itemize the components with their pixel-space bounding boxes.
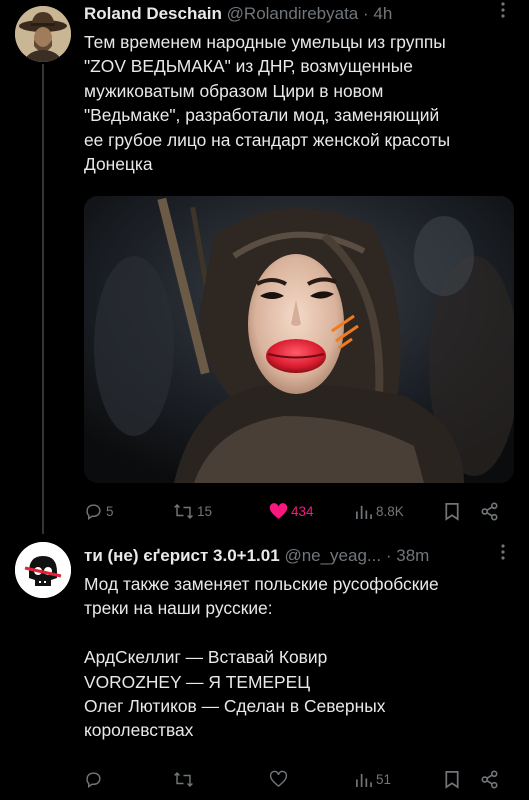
bookmark-button[interactable] — [444, 499, 460, 523]
tweet-text-line: Тем временем народные умельцы из группы — [84, 32, 446, 52]
heart-icon — [269, 770, 288, 788]
retweet-count: 15 — [197, 503, 213, 519]
separator-dot: · — [385, 546, 392, 565]
reply-button[interactable] — [84, 767, 103, 791]
tweet-text-line: мужиковатым образом Цири в новом — [84, 80, 384, 101]
reply-count: 5 — [106, 503, 114, 519]
tweet-text-line: Олег Лютиков — Сделан в Северных — [84, 696, 386, 717]
views-button[interactable]: 51 — [354, 767, 391, 791]
tweet-media-image[interactable] — [84, 196, 514, 483]
tweet-time[interactable]: 4h — [373, 4, 392, 23]
paragraph-break — [84, 621, 524, 645]
reply-button[interactable]: 5 — [84, 499, 114, 523]
tweet-2[interactable]: ти (не) єґерист 3.0+1.01 @ne_yeag... · 3… — [0, 532, 529, 800]
thread-connector-line — [42, 64, 44, 534]
tweet-action-bar: 51 — [84, 767, 514, 791]
views-count: 8.8K — [376, 503, 404, 519]
tweet-text-line: АрдСкеллиг — Вставай Ковир — [84, 647, 328, 668]
tweet-text-line: "ZOV ВЕДЬМАКА" из ДНР, возмущенные — [84, 56, 413, 77]
tweet-text-line: ее грубое лицо на стандарт женской красо… — [84, 129, 451, 150]
tweet-text-line: королевствах — [84, 720, 194, 741]
more-options-icon[interactable] — [501, 2, 505, 23]
reply-icon — [86, 503, 101, 520]
share-button[interactable] — [480, 767, 499, 791]
tweet-text-line: треки на наши русские: — [84, 598, 273, 619]
tweet-text-line: Мод также заменяет польские русофобские — [84, 574, 439, 594]
skull-avatar-icon — [15, 542, 71, 598]
bookmark-icon — [445, 502, 459, 521]
avatar[interactable] — [15, 542, 71, 598]
author-handle[interactable]: @ne_yeag... — [284, 546, 381, 565]
retweet-button[interactable]: 15 — [173, 499, 212, 523]
tweet-header: Roland Deschain @Rolandirebyata · 4h — [84, 4, 392, 24]
reply-icon — [86, 771, 101, 788]
views-bar-chart-icon — [356, 773, 372, 787]
cowboy-avatar-icon — [15, 6, 71, 62]
views-button[interactable]: 8.8K — [354, 499, 404, 523]
tweet-text-line: Донецка — [84, 154, 153, 175]
retweet-icon — [174, 503, 193, 519]
heart-icon — [269, 503, 288, 519]
separator-dot: · — [363, 4, 369, 23]
share-icon — [481, 770, 498, 788]
retweet-icon — [174, 771, 193, 787]
author-handle[interactable]: @Rolandirebyata — [227, 4, 359, 23]
bookmark-button[interactable] — [444, 767, 460, 791]
views-bar-chart-icon — [356, 505, 372, 519]
tweet-text: Мод также заменяет польские русофобские … — [84, 572, 524, 743]
author-name[interactable]: ти (не) єґерист 3.0+1.01 — [84, 546, 280, 565]
tweet-text: Тем временем народные умельцы из группы … — [84, 30, 524, 176]
like-button[interactable]: 434 — [269, 499, 314, 523]
tweet-header: ти (не) єґерист 3.0+1.01 @ne_yeag... · 3… — [84, 546, 429, 566]
tweet-time[interactable]: 38m — [396, 546, 429, 565]
edited-portrait-image — [84, 196, 514, 483]
share-icon — [481, 502, 498, 520]
views-count: 51 — [376, 771, 392, 787]
like-button[interactable] — [269, 767, 288, 791]
tweet-action-bar: 5 15 434 8.8K — [84, 499, 514, 523]
retweet-button[interactable] — [173, 767, 194, 791]
like-count: 434 — [291, 503, 314, 519]
tweet-1[interactable]: Roland Deschain @Rolandirebyata · 4h Тем… — [0, 0, 529, 534]
tweet-text-line: "Ведьмаке", разработали мод, заменяющий — [84, 105, 440, 126]
avatar[interactable] — [15, 6, 71, 62]
share-button[interactable] — [480, 499, 499, 523]
more-options-icon[interactable] — [501, 544, 505, 565]
author-name[interactable]: Roland Deschain — [84, 4, 222, 23]
bookmark-icon — [445, 770, 459, 789]
tweet-text-line: VOROZHEY — Я ТЕМЕРЕЦ — [84, 671, 311, 692]
